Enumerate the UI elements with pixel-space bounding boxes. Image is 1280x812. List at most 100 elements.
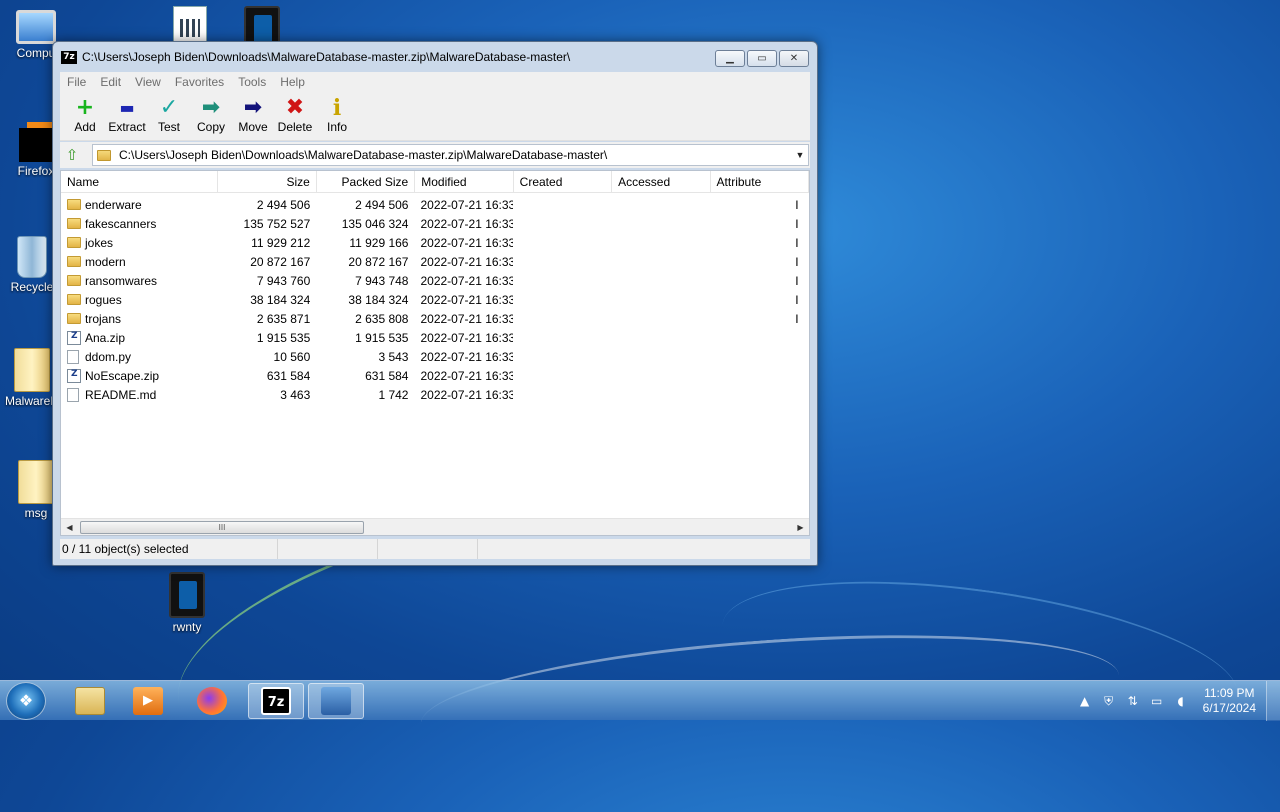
taskbar-media-player[interactable]: ▶ (120, 683, 176, 719)
move-button[interactable]: ➡ Move (232, 91, 274, 140)
status-cell (278, 539, 378, 559)
menu-favorites[interactable]: Favorites (168, 75, 231, 89)
menu-tools[interactable]: Tools (231, 75, 273, 89)
up-arrow-icon: ⇧ (65, 146, 79, 164)
title-bar[interactable]: 7z C:\Users\Joseph Biden\Downloads\Malwa… (53, 42, 817, 72)
scroll-thumb[interactable]: III (80, 520, 364, 534)
cell-attributes: I (795, 235, 799, 250)
column-accessed[interactable]: Accessed (612, 171, 711, 192)
minimize-button[interactable]: ▁ (715, 50, 745, 67)
clock-date: 6/17/2024 (1202, 701, 1256, 715)
column-name[interactable]: Name (61, 171, 219, 192)
cell-packed-size: 631 584 (365, 368, 409, 383)
move-label: Move (238, 120, 268, 134)
folder-icon (14, 348, 50, 392)
arrow-right-icon: ➡ (243, 95, 263, 120)
table-row[interactable]: trojans 2 635 871 2 635 808 2022-07-21 16:3… (61, 309, 809, 328)
column-attributes[interactable]: Attribute (711, 171, 809, 192)
menu-view[interactable]: View (128, 75, 168, 89)
test-button[interactable]: ✓ Test (148, 91, 190, 140)
column-modified[interactable]: Modified (415, 171, 514, 192)
table-row[interactable]: rogues 38 184 324 38 184 324 2022-07-21 16:… (61, 290, 809, 309)
firefox-icon (197, 687, 227, 715)
menu-edit[interactable]: Edit (93, 75, 128, 89)
delete-button[interactable]: ✖ Delete (274, 91, 316, 140)
close-button[interactable]: ✕ (779, 50, 809, 67)
window-controls: ▁ ▭ ✕ (715, 50, 809, 67)
desktop-icon-label: rwnty (172, 620, 202, 634)
table-row[interactable]: Ana.zip 1 915 535 1 915 535 2022-07-21 16:3… (61, 328, 809, 347)
cell-packed-size: 7 943 748 (355, 273, 409, 288)
show-hidden-icon[interactable]: ▲ (1077, 693, 1093, 709)
desktop-icon-sheet[interactable] (158, 6, 222, 46)
column-packed-size[interactable]: Packed Size (317, 171, 416, 192)
taskbar-firefox[interactable] (184, 683, 240, 719)
address-bar: ⇧ C:\Users\Joseph Biden\Downloads\Malwar… (60, 142, 810, 168)
menu-help[interactable]: Help (273, 75, 312, 89)
horizontal-scrollbar[interactable]: ◀ III ▶ (61, 518, 809, 535)
start-button[interactable]: ❖ (6, 682, 46, 720)
maximize-icon: ▭ (757, 53, 767, 64)
taskbar-network-app[interactable] (308, 683, 364, 719)
cell-modified: 2022-07-21 16:33 (420, 387, 513, 402)
column-created[interactable]: Created (514, 171, 613, 192)
table-row[interactable]: NoEscape.zip 631 584 631 584 2022-07-21 16:… (61, 366, 809, 385)
toolbar: + Add ▬ Extract ✓ Test ➡ Copy ➡ Move ✖ D… (60, 91, 810, 141)
cell-packed-size: 2 494 506 (355, 197, 409, 212)
cell-attributes: I (795, 254, 799, 269)
extract-button[interactable]: ▬ Extract (106, 91, 148, 140)
shield-icon[interactable]: ⛨ (1101, 693, 1117, 709)
scroll-left-icon[interactable]: ◀ (61, 523, 78, 532)
up-folder-button[interactable]: ⇧ (60, 144, 84, 166)
menu-file[interactable]: File (60, 75, 93, 89)
cell-attributes: I (795, 311, 799, 326)
info-button[interactable]: i Info (316, 91, 358, 140)
chevron-down-icon[interactable]: ▼ (792, 150, 808, 160)
cell-attributes: I (795, 197, 799, 212)
cell-name: jokes (61, 236, 218, 250)
table-row[interactable]: ransomwares 7 943 760 7 943 748 2022-07-21 … (61, 271, 809, 290)
folder-icon (18, 460, 54, 504)
file-name: Ana.zip (85, 330, 126, 345)
table-row[interactable]: README.md 3 463 1 742 2022-07-21 16:33 (61, 385, 809, 404)
clock-time: 11:09 PM (1204, 686, 1255, 700)
show-desktop-button[interactable] (1266, 681, 1280, 721)
address-field[interactable]: C:\Users\Joseph Biden\Downloads\MalwareD… (92, 144, 809, 166)
table-row[interactable]: ddom.py 10 560 3 543 2022-07-21 16:33 (61, 347, 809, 366)
maximize-button[interactable]: ▭ (747, 50, 777, 67)
copy-button[interactable]: ➡ Copy (190, 91, 232, 140)
cell-modified: 2022-07-21 16:33 (420, 292, 513, 307)
scroll-right-icon[interactable]: ▶ (792, 523, 809, 532)
file-list[interactable]: Name Size Packed Size Modified Created A… (60, 170, 810, 536)
firefox-icon (19, 128, 53, 162)
file-list-body: enderware 2 494 506 2 494 506 2022-07-21 16… (61, 193, 809, 404)
7zip-icon[interactable]: 7z (61, 50, 77, 64)
cell-name: README.md (61, 387, 218, 402)
wallpaper-streak (712, 554, 1248, 766)
folder-icon (67, 199, 81, 210)
7zip-icon: 7z (261, 687, 291, 715)
taskbar-explorer[interactable] (62, 683, 118, 719)
column-size[interactable]: Size (218, 171, 317, 192)
taskbar-7zip[interactable]: 7z (248, 683, 304, 719)
clock[interactable]: 11:09 PM 6/17/2024 (1203, 686, 1256, 716)
speaker-icon[interactable]: ◖ (1173, 693, 1189, 709)
copy-label: Copy (196, 120, 225, 134)
folder-icon (67, 256, 81, 267)
windows-logo-icon: ❖ (18, 691, 34, 710)
add-button[interactable]: + Add (64, 91, 106, 140)
folder-icon (67, 275, 81, 286)
cell-name: modern (61, 255, 218, 269)
table-row[interactable]: enderware 2 494 506 2 494 506 2022-07-21 16… (61, 195, 809, 214)
network-share-icon[interactable]: ⇅ (1125, 693, 1141, 709)
monitor-icon[interactable]: ▭ (1149, 693, 1165, 709)
table-row[interactable]: fakescanners 135 752 527 135 046 324 2022-0… (61, 214, 809, 233)
file-icon (67, 387, 79, 402)
scroll-track[interactable]: III (78, 520, 792, 535)
zip-archive-icon (67, 330, 81, 345)
cell-name: Ana.zip (61, 330, 218, 345)
desktop-icon-rwnty[interactable]: rwnty (155, 572, 219, 634)
table-row[interactable]: modern 20 872 167 20 872 167 2022-07-21 16:… (61, 252, 809, 271)
cell-size: 11 929 212 (251, 235, 311, 250)
table-row[interactable]: jokes 11 929 212 11 929 166 2022-07-21 16:3… (61, 233, 809, 252)
